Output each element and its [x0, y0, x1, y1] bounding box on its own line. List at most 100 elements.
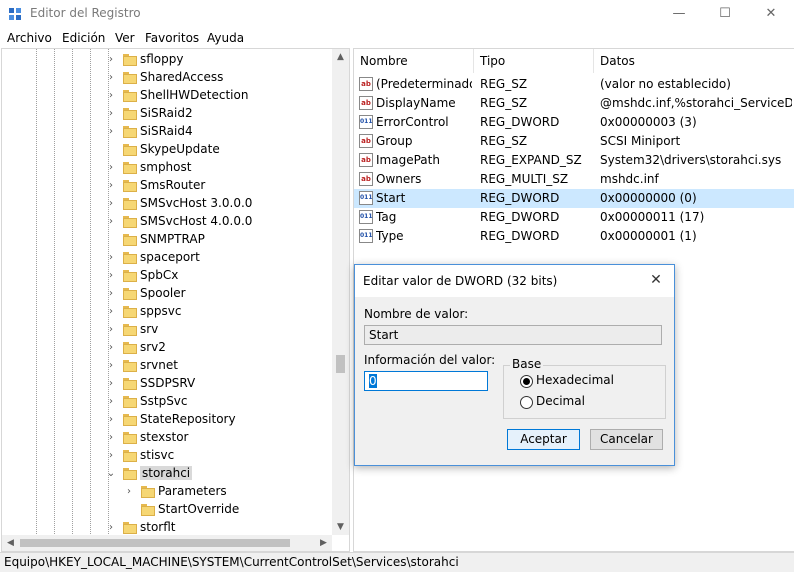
menu-archivo[interactable]: Archivo — [7, 31, 52, 45]
expand-chevron-icon[interactable]: › — [106, 285, 116, 303]
tree-item[interactable]: › spaceport — [2, 249, 332, 267]
tree-horizontal-scrollbar[interactable]: ◀ ▶ — [2, 535, 332, 551]
scroll-down-arrow-icon[interactable]: ▼ — [332, 519, 349, 535]
expand-chevron-icon[interactable]: › — [106, 321, 116, 339]
tree-item-label: StartOverride — [158, 502, 240, 516]
cancel-button[interactable]: Cancelar — [590, 429, 663, 450]
tree-item[interactable]: › SstpSvc — [2, 393, 332, 411]
tree-item[interactable]: › SmsRouter — [2, 177, 332, 195]
tree-item[interactable]: › SpbCx — [2, 267, 332, 285]
value-icon-text: ab — [361, 156, 371, 164]
scroll-right-arrow-icon[interactable]: ▶ — [315, 535, 332, 551]
value-type-cell: REG_SZ — [480, 134, 528, 148]
value-name-field: Start — [364, 325, 662, 345]
expand-chevron-icon[interactable]: › — [106, 267, 116, 285]
menu-edicion[interactable]: Edición — [62, 31, 105, 45]
folder-icon — [123, 342, 137, 354]
tree-item-label: SiSRaid4 — [140, 124, 193, 138]
radio-decimal[interactable] — [520, 396, 533, 409]
tree-item[interactable]: › SiSRaid2 — [2, 105, 332, 123]
tree-item[interactable]: › sppsvc — [2, 303, 332, 321]
scroll-left-arrow-icon[interactable]: ◀ — [2, 535, 19, 551]
expand-chevron-icon[interactable]: › — [106, 375, 116, 393]
close-button[interactable]: ✕ — [748, 0, 794, 28]
value-data-input[interactable]: 0 — [364, 371, 488, 391]
expand-chevron-icon[interactable]: › — [106, 393, 116, 411]
value-row[interactable]: 011 Type REG_DWORD 0x00000001 (1) — [354, 227, 794, 246]
scroll-up-arrow-icon[interactable]: ▲ — [332, 49, 349, 65]
value-row[interactable]: ab Group REG_SZ SCSI Miniport — [354, 132, 794, 151]
tree-item[interactable]: › SSDPSRV — [2, 375, 332, 393]
column-header-tipo[interactable]: Tipo — [474, 49, 594, 73]
expand-chevron-icon[interactable]: › — [124, 483, 134, 501]
tree-item[interactable]: › SharedAccess — [2, 69, 332, 87]
tree-item[interactable]: SkypeUpdate — [2, 141, 332, 159]
menu-ayuda[interactable]: Ayuda — [207, 31, 244, 45]
tree-item[interactable]: ⌄ storahci — [2, 465, 332, 483]
collapse-chevron-icon[interactable]: ⌄ — [106, 465, 116, 483]
expand-chevron-icon[interactable]: › — [106, 303, 116, 321]
value-row[interactable]: 011 ErrorControl REG_DWORD 0x00000003 (3) — [354, 113, 794, 132]
expand-chevron-icon[interactable]: › — [106, 411, 116, 429]
key-tree[interactable]: › sfloppy › SharedAccess › ShellHWDetection › S… — [1, 48, 350, 552]
expand-chevron-icon[interactable]: › — [106, 357, 116, 375]
value-icon-text: 011 — [360, 194, 373, 201]
expand-chevron-icon[interactable]: › — [106, 177, 116, 195]
value-name-cell: (Predeterminado) — [376, 77, 472, 91]
expand-chevron-icon[interactable]: › — [106, 429, 116, 447]
expand-chevron-icon[interactable]: › — [106, 105, 116, 123]
tree-vertical-scrollbar[interactable]: ▲ ▼ — [332, 49, 349, 535]
tree-item[interactable]: › Parameters — [2, 483, 332, 501]
menu-favoritos[interactable]: Favoritos — [145, 31, 199, 45]
tree-item[interactable]: › sfloppy — [2, 51, 332, 69]
tree-item[interactable]: › srvnet — [2, 357, 332, 375]
tree-item[interactable]: › Spooler — [2, 285, 332, 303]
expand-chevron-icon[interactable]: › — [106, 69, 116, 87]
expand-chevron-icon[interactable]: › — [106, 447, 116, 465]
tree-item[interactable]: › stexstor — [2, 429, 332, 447]
expand-chevron-icon[interactable]: › — [106, 213, 116, 231]
column-header-datos[interactable]: Datos — [594, 49, 794, 73]
expand-chevron-icon[interactable]: › — [106, 339, 116, 357]
column-header-nombre[interactable]: Nombre — [354, 49, 474, 73]
tree-item[interactable]: › srv2 — [2, 339, 332, 357]
dialog-close-icon[interactable]: ✕ — [644, 269, 668, 291]
expand-chevron-icon[interactable]: › — [106, 123, 116, 141]
value-name-cell: Start — [376, 191, 406, 205]
expand-chevron-icon[interactable]: › — [106, 51, 116, 69]
tree-item[interactable]: › SiSRaid4 — [2, 123, 332, 141]
dialog-title: Editar valor de DWORD (32 bits) — [363, 274, 558, 288]
tree-item-label: srv — [140, 322, 159, 336]
radio-hexadecimal-label[interactable]: Hexadecimal — [536, 373, 614, 387]
value-row[interactable]: ab ImagePath REG_EXPAND_SZ System32\drivers… — [354, 151, 794, 170]
minimize-button[interactable]: — — [656, 0, 702, 28]
expand-chevron-icon[interactable]: › — [106, 249, 116, 267]
menu-ver[interactable]: Ver — [115, 31, 135, 45]
expand-chevron-icon[interactable]: › — [106, 195, 116, 213]
value-row[interactable]: 011 Start REG_DWORD 0x00000000 (0) — [354, 189, 794, 208]
expand-chevron-icon[interactable]: › — [106, 159, 116, 177]
ok-button[interactable]: Aceptar — [507, 429, 580, 450]
expand-chevron-icon[interactable]: › — [106, 87, 116, 105]
tree-item[interactable]: StartOverride — [2, 501, 332, 519]
tree-item[interactable]: › SMSvcHost 3.0.0.0 — [2, 195, 332, 213]
value-row[interactable]: ab (Predeterminado) REG_SZ (valor no establ… — [354, 75, 794, 94]
vertical-scroll-thumb[interactable] — [336, 355, 345, 373]
tree-item[interactable]: › StateRepository — [2, 411, 332, 429]
value-row[interactable]: ab DisplayName REG_SZ @mshdc.inf,%storahci_… — [354, 94, 794, 113]
radio-hexadecimal[interactable] — [520, 375, 533, 388]
folder-icon — [123, 414, 137, 426]
tree-item[interactable]: › srv — [2, 321, 332, 339]
tree-item[interactable]: › smphost — [2, 159, 332, 177]
radio-decimal-label[interactable]: Decimal — [536, 394, 585, 408]
value-row[interactable]: 011 Tag REG_DWORD 0x00000011 (17) — [354, 208, 794, 227]
value-data-cell: mshdc.inf — [600, 172, 659, 186]
tree-item[interactable]: SNMPTRAP — [2, 231, 332, 249]
maximize-button[interactable]: ☐ — [702, 0, 748, 28]
tree-item[interactable]: › stisvc — [2, 447, 332, 465]
edit-dword-dialog: Editar valor de DWORD (32 bits) ✕ Nombre… — [354, 264, 675, 466]
horizontal-scroll-thumb[interactable] — [20, 539, 290, 547]
tree-item[interactable]: › SMSvcHost 4.0.0.0 — [2, 213, 332, 231]
value-row[interactable]: ab Owners REG_MULTI_SZ mshdc.inf — [354, 170, 794, 189]
tree-item[interactable]: › ShellHWDetection — [2, 87, 332, 105]
